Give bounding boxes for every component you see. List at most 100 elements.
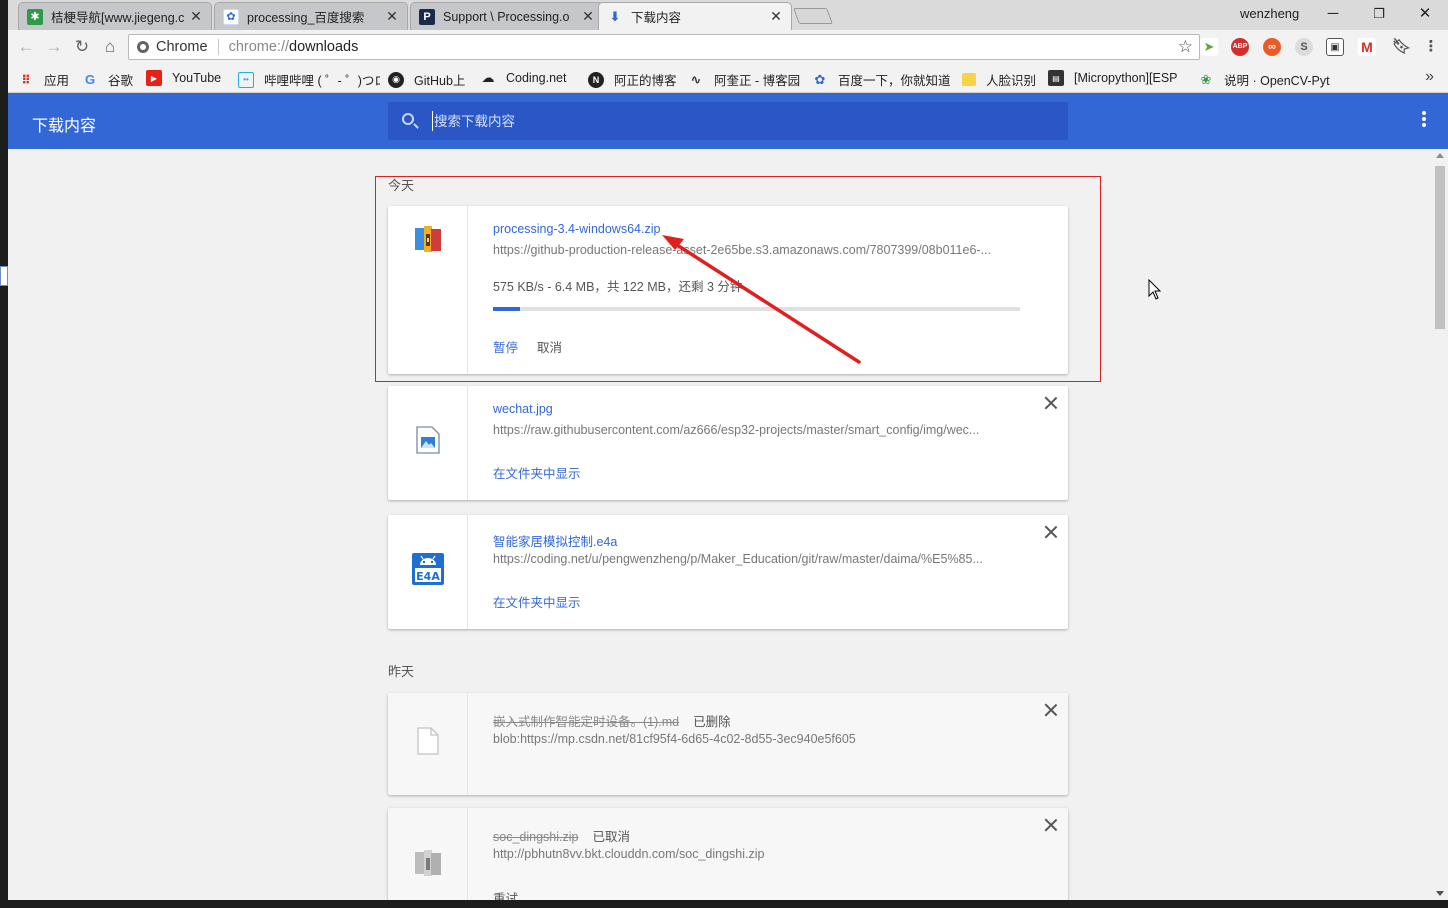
remove-close-icon[interactable] (1044, 396, 1058, 410)
download-item: E4A 智能家居模拟控制.e4a https://coding.net/u/pe… (388, 515, 1068, 629)
file-name-text: 嵌入式制作智能定时设备。(1).md (493, 715, 680, 729)
file-icon-column: E4A (388, 515, 468, 629)
folder-icon (962, 73, 976, 86)
scroll-up-icon[interactable] (1436, 153, 1444, 158)
profile-name[interactable]: wenzheng (1240, 6, 1299, 21)
omnibox-chip: Chrome (156, 39, 208, 55)
bookmark-label: [Micropython][ESP (1074, 71, 1178, 85)
file-name-text: soc_dingshi.zip (493, 830, 579, 844)
close-icon[interactable]: ✕ (581, 8, 595, 25)
bookmark-face-folder[interactable]: 人脸识别 (962, 70, 1038, 89)
adblock-plus-icon[interactable]: ABP (1231, 38, 1249, 56)
bookmark-label: 阿奎正 - 博客园 (714, 74, 801, 88)
bookmark-label: 百度一下，你就知道 (838, 74, 951, 88)
retry-link[interactable]: 重试 (493, 888, 518, 900)
bookmark-label: 人脸识别 (986, 74, 1037, 88)
more-vert-icon[interactable] (1422, 111, 1426, 129)
show-in-folder-link[interactable]: 在文件夹中显示 (493, 463, 581, 482)
restore-icon[interactable]: ❐ (1356, 2, 1402, 26)
page-scrollbar[interactable] (1432, 149, 1448, 900)
tab-downloads[interactable]: ⬇ 下载内容 ✕ (598, 2, 792, 30)
download-item: wechat.jpg https://raw.githubusercontent… (388, 386, 1068, 500)
apps-icon: ⠿ (21, 72, 31, 87)
cnblogs-icon: ∿ (690, 71, 702, 87)
bookmark-google[interactable]: G 谷歌 (82, 70, 142, 89)
mouse-cursor-icon (1148, 279, 1162, 300)
file-url[interactable]: http://pbhutn8vv.bkt.clouddn.com/soc_din… (493, 847, 1033, 861)
page-title: 下载内容 (32, 118, 97, 135)
bookmark-label: GitHub上 (414, 74, 466, 88)
remove-close-icon[interactable] (1044, 818, 1058, 832)
window-close-icon[interactable]: ✕ (1402, 2, 1448, 26)
bookmark-coding[interactable]: ☁ Coding.net (480, 70, 580, 86)
search-icon (402, 113, 414, 125)
tab-baidu-search[interactable]: ✿ processing_百度搜索 ✕ (214, 2, 408, 30)
chrome-icon (137, 41, 149, 53)
search-input[interactable] (432, 111, 1032, 131)
scroll-down-icon[interactable] (1436, 891, 1444, 896)
bookmark-apps[interactable]: ⠿ 应用 (18, 70, 78, 89)
bookmark-youtube[interactable]: ▶ YouTube (146, 70, 230, 86)
extension-infinity-icon[interactable]: ∞ (1263, 38, 1281, 56)
opencv-icon: ❀ (1200, 71, 1212, 87)
bookmark-ribbon-icon[interactable]: 🔖︎ (1392, 38, 1411, 56)
tab-processing-support[interactable]: P Support \ Processing.o ✕ (410, 2, 604, 30)
youtube-icon: ▶ (146, 70, 162, 86)
minimize-icon[interactable]: ─ (1310, 2, 1356, 26)
file-icon-column (388, 386, 468, 500)
bookmark-label: 阿正的博客 (614, 74, 677, 88)
downloads-header: 下载内容 (8, 93, 1448, 149)
address-bar[interactable]: Chrome chrome:// downloads ☆ (128, 34, 1200, 60)
forward-icon[interactable]: → (42, 36, 66, 58)
extension-leaf-icon[interactable]: ➤ (1200, 38, 1218, 56)
reload-icon[interactable]: ↻ (70, 36, 94, 58)
close-icon[interactable]: ✕ (385, 8, 399, 25)
side-tab-peek[interactable] (0, 266, 8, 286)
file-name-link[interactable]: wechat.jpg (493, 402, 553, 416)
close-icon[interactable]: ✕ (189, 8, 203, 25)
processing-p-icon: P (419, 8, 435, 25)
extension-s-icon[interactable]: S (1295, 38, 1313, 56)
tab-jiegeng[interactable]: ✱ 桔梗导航[www.jiegeng.c ✕ (18, 2, 212, 30)
chevron-more-icon[interactable]: » (1425, 68, 1434, 86)
bookmark-blog[interactable]: N 阿正的博客 (588, 70, 680, 89)
search-box[interactable] (388, 102, 1068, 140)
status-deleted: 已删除 (693, 715, 731, 729)
extension-image-icon[interactable]: ▣ (1326, 38, 1344, 56)
bookmark-label: 谷歌 (108, 74, 134, 88)
tab-title: processing_百度搜索 (247, 11, 365, 25)
new-tab-button[interactable] (793, 8, 833, 24)
bookmark-github[interactable]: ◉ GitHub上 (388, 70, 476, 89)
section-yesterday: 昨天 (388, 664, 415, 679)
download-item: soc_dingshi.zip 已取消 http://pbhutn8vv.bkt.… (388, 808, 1068, 900)
file-url[interactable]: https://coding.net/u/pengwenzheng/p/Make… (493, 552, 1033, 566)
show-in-folder-link[interactable]: 在文件夹中显示 (493, 592, 581, 611)
bookmark-opencv[interactable]: ❀ 说明 · OpenCV-Pyt (1198, 70, 1336, 89)
file-name-link[interactable]: 智能家居模拟控制.e4a (493, 531, 617, 550)
bookmark-star-icon[interactable]: ☆ (1178, 37, 1193, 57)
home-icon[interactable]: ⌂ (98, 36, 122, 58)
bilibili-icon: •• (238, 71, 254, 88)
omnibox-separator (217, 39, 219, 55)
scrollbar-thumb[interactable] (1435, 166, 1445, 329)
gmail-icon[interactable]: M (1358, 38, 1376, 56)
remove-close-icon[interactable] (1044, 525, 1058, 539)
bookmark-bilibili[interactable]: •• 哔哩哔哩 ( ゜- ゜)つロ (238, 70, 380, 89)
file-url[interactable]: https://raw.githubusercontent.com/az666/… (493, 423, 1033, 437)
image-file-icon (416, 426, 440, 454)
annotation-highlight-box (375, 176, 1101, 382)
bookmark-label: 哔哩哔哩 ( ゜- ゜)つロ (264, 74, 380, 88)
generic-file-icon (417, 727, 439, 755)
close-icon[interactable]: ✕ (769, 8, 783, 25)
back-icon[interactable]: ← (14, 36, 38, 58)
bookmark-cnblogs[interactable]: ∿ 阿奎正 - 博客园 (688, 70, 806, 89)
blog-n-icon: N (588, 71, 604, 88)
e4a-file-icon: E4A (412, 553, 444, 585)
bookmark-micropython[interactable]: ▤ [Micropython][ESP (1048, 70, 1184, 86)
file-url: blob:https://mp.csdn.net/81cf95f4-6d65-4… (493, 732, 856, 746)
file-icon-column (388, 808, 468, 900)
remove-close-icon[interactable] (1044, 703, 1058, 717)
chrome-menu-icon[interactable]: ⋮ (1422, 38, 1440, 56)
baidu-paw-icon: ✿ (223, 8, 239, 25)
bookmark-baidu[interactable]: ✿ 百度一下，你就知道 (812, 70, 952, 89)
